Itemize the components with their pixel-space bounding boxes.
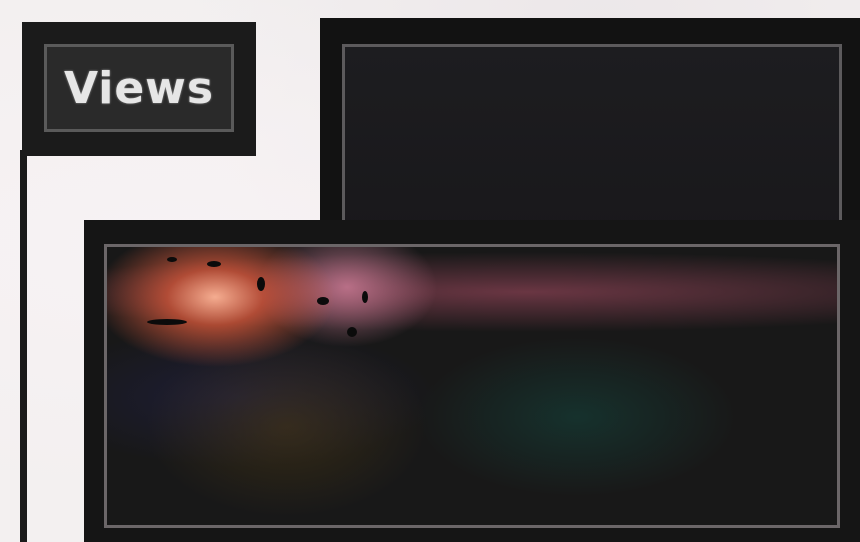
views-title-box: Views <box>44 44 234 132</box>
artifact-speck <box>207 261 221 267</box>
artifact-speck <box>362 291 368 303</box>
views-title: Views <box>63 62 215 114</box>
left-divider <box>20 150 27 542</box>
artifact-speck <box>347 327 357 337</box>
views-tab[interactable]: Views <box>22 22 256 156</box>
views-screen: { "header": { "title": "Views" }, "panel… <box>0 0 860 542</box>
artifact-speck <box>317 297 329 305</box>
view-panel-front-viewport <box>104 244 840 528</box>
view-panel-front[interactable] <box>84 220 860 542</box>
artifact-speck <box>257 277 265 291</box>
artifact-speck <box>167 257 177 262</box>
artifact-speck <box>147 319 187 325</box>
